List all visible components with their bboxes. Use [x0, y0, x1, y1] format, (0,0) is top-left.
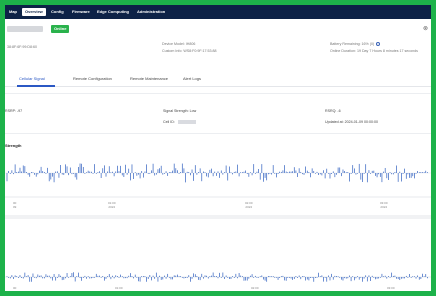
rsrq-value: RSRQ: -6 — [325, 109, 341, 113]
nav-item-overview[interactable]: Overview — [22, 8, 46, 16]
divider — [5, 93, 431, 94]
top-navigation: Map Overview Config Firmware Edge Comput… — [5, 5, 431, 19]
cell-id: Cell ID: — [163, 120, 196, 125]
battery-remaining: Battery Remaining: 16% (0) — [330, 42, 381, 47]
x-tick-label: 02:00 2024 — [245, 201, 253, 209]
device-name-redacted — [7, 26, 43, 32]
active-tab-indicator — [17, 85, 55, 87]
x-tick-label: 01:00 — [115, 286, 123, 290]
signal-strength-value: Signal Strength: Low — [163, 109, 197, 113]
x-tick-label: 00 09 — [13, 201, 17, 209]
tab-remote-maintenance[interactable]: Remote Maintenance — [130, 76, 168, 81]
tab-alert-logs[interactable]: Alert Logs — [183, 76, 201, 81]
section-divider — [5, 215, 431, 219]
tab-cellular-signal[interactable]: Cellular Signal — [19, 76, 45, 81]
nav-item-map[interactable]: Map — [9, 8, 17, 16]
battery-remaining-text: Battery Remaining: 16% (0) — [330, 42, 375, 46]
updated-at: Updated at: 2024-01-09 00:00:00 — [325, 120, 378, 124]
nav-item-config[interactable]: Config — [51, 8, 64, 16]
nav-item-edge-computing[interactable]: Edge Computing — [97, 8, 129, 16]
divider — [5, 133, 431, 134]
app-window: Map Overview Config Firmware Edge Comput… — [5, 5, 431, 291]
device-sn: 38:8F:6F:99:D8:60 — [7, 45, 37, 49]
nav-item-firmware[interactable]: Firmware — [72, 8, 90, 16]
chart-title: Strength — [5, 143, 22, 148]
help-icon[interactable] — [376, 42, 381, 47]
status-badge: Online — [51, 25, 70, 33]
x-tick-label: 02:00 — [251, 286, 259, 290]
secondary-chart — [5, 272, 431, 282]
online-duration: Online Duration: 19 Day 7 Hours 8 minute… — [330, 49, 418, 53]
x-tick-label: 03:00 — [387, 286, 395, 290]
tab-remote-configuration[interactable]: Remote Configuration — [73, 76, 112, 81]
nav-item-administration[interactable]: Administration — [137, 8, 165, 16]
tab-bar: Cellular Signal Remote Configuration Rem… — [5, 73, 431, 87]
custom-info: Custom Info: WS8:F0:9F:17:53:88 — [162, 49, 217, 53]
strength-chart — [5, 163, 431, 198]
cell-id-redacted — [177, 120, 196, 125]
rsrp-value: RSRP: -97 — [5, 109, 23, 113]
cell-id-label: Cell ID: — [163, 120, 175, 124]
x-tick-label: 01:00 2024 — [108, 201, 116, 209]
x-tick-label: 00 — [13, 286, 17, 290]
close-icon[interactable]: ⊗ — [423, 25, 428, 32]
device-model: Device Model: IH806 — [162, 42, 196, 46]
x-tick-label: 03:00 2024 — [380, 201, 388, 209]
